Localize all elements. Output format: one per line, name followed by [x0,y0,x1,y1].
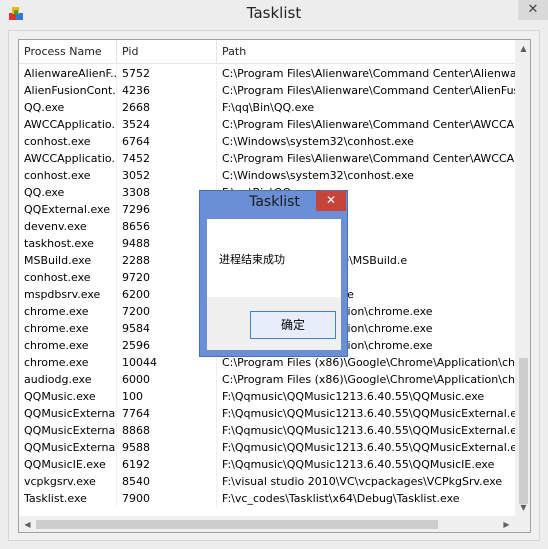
cell-pid: 6000 [117,371,217,388]
cell-path: F:\Qqmusic\QQMusic1213.6.40.55\QQMusicIE… [217,456,530,473]
cell-process-name: taskhost.exe [19,235,117,252]
column-header-pid[interactable]: Pid [117,40,217,64]
window-close-button[interactable]: ✕ [518,0,548,20]
dialog-footer: 确定 [207,297,341,350]
cell-pid: 6192 [117,456,217,473]
cell-process-name: QQMusicExterna... [19,405,117,422]
cell-path: C:\Program Files (x86)\Google\Chrome\App… [217,371,530,388]
cell-process-name: AlienFusionCont... [19,82,117,99]
table-row[interactable]: AWCCApplicatio... 7452 C:\Program Files\Al… [19,150,530,167]
cell-process-name: vcpkgsrv.exe [19,473,117,490]
cell-pid: 7900 [117,490,217,507]
cell-path: C:\Program Files\Alienware\Command Cente… [217,65,530,82]
cell-process-name: QQMusicIE.exe [19,456,117,473]
cell-process-name: devenv.exe [19,218,117,235]
window-title: Tasklist [246,4,302,22]
cell-process-name: QQMusic.exe [19,388,117,405]
cell-process-name: QQMusicExterna... [19,439,117,456]
cell-process-name: chrome.exe [19,320,117,337]
cell-pid: 8868 [117,422,217,439]
cell-pid: 100 [117,388,217,405]
scrollbar-corner [515,516,530,532]
cell-process-name: QQMusicExterna... [19,422,117,439]
cell-path: C:\Program Files\Alienware\Command Cente… [217,150,530,167]
cell-path: C:\Windows\system32\conhost.exe [217,133,530,150]
cell-process-name: conhost.exe [19,167,117,184]
table-row[interactable]: AlienFusionCont... 4236 C:\Program Files\A… [19,82,530,99]
cell-process-name: conhost.exe [19,133,117,150]
cell-process-name: AlienwareAlienF... [19,65,117,82]
table-row[interactable]: QQMusicIE.exe 6192 F:\Qqmusic\QQMusic1213.… [19,456,530,473]
cell-process-name: QQ.exe [19,184,117,201]
dialog-message: 进程结束成功 [219,253,285,266]
cell-pid: 7764 [117,405,217,422]
table-row[interactable]: AWCCApplicatio... 3524 C:\Program Files\Al… [19,116,530,133]
cell-process-name: mspdbsrv.exe [19,286,117,303]
cell-path: C:\Program Files\Alienware\Command Cente… [217,82,530,99]
scroll-down-icon[interactable]: ▼ [515,499,530,516]
cell-pid: 3524 [117,116,217,133]
cell-pid: 7452 [117,150,217,167]
table-row[interactable]: QQ.exe 2668 F:\qq\Bin\QQ.exe [19,99,530,116]
dialog-close-button[interactable]: ✕ [316,191,346,211]
cell-pid: 2668 [117,99,217,116]
scroll-right-icon[interactable]: ▶ [498,516,515,532]
cell-path: F:\visual studio 2010\VC\vcpackages\VCPk… [217,473,530,490]
table-row[interactable]: vcpkgsrv.exe 8540 F:\visual studio 2010\VC… [19,473,530,490]
table-row[interactable]: QQMusic.exe 100 F:\Qqmusic\QQMusic1213.6.4… [19,388,530,405]
cell-pid: 6764 [117,133,217,150]
cell-pid: 8540 [117,473,217,490]
cell-path: F:\qq\Bin\QQ.exe [217,99,530,116]
cell-path: C:\Program Files\Alienware\Command Cente… [217,116,530,133]
column-header-path[interactable]: Path [217,40,530,64]
table-row[interactable]: AlienwareAlienF... 5752 C:\Program Files\A… [19,65,530,82]
list-header: Process Name Pid Path [19,40,530,64]
cell-pid: 5752 [117,65,217,82]
horizontal-scroll-thumb[interactable] [36,520,438,529]
table-row[interactable]: QQMusicExterna... 7764 F:\Qqmusic\QQMusic1… [19,405,530,422]
cell-path: F:\Qqmusic\QQMusic1213.6.40.55\QQMusicEx… [217,439,530,456]
table-row[interactable]: audiodg.exe 6000 C:\Program Files (x86)\Go… [19,371,530,388]
table-row[interactable]: Tasklist.exe 7900 F:\vc_codes\Tasklist\x64… [19,490,530,507]
cell-path: F:\Qqmusic\QQMusic1213.6.40.55\QQMusicEx… [217,422,530,439]
ok-button[interactable]: 确定 [250,311,336,339]
cell-process-name: QQ.exe [19,99,117,116]
cell-path: C:\Windows\system32\conhost.exe [217,167,530,184]
cell-process-name: chrome.exe [19,303,117,320]
scroll-left-icon[interactable]: ◀ [19,516,36,532]
table-row[interactable]: conhost.exe 3052 C:\Windows\system32\conho… [19,167,530,184]
message-dialog: Tasklist ✕ 进程结束成功 确定 [199,190,348,357]
cell-process-name: Tasklist.exe [19,490,117,507]
cell-process-name: AWCCApplicatio... [19,116,117,133]
table-row[interactable]: QQMusicExterna... 8868 F:\Qqmusic\QQMusic1… [19,422,530,439]
scroll-up-icon[interactable]: ▲ [515,40,530,57]
cell-process-name: AWCCApplicatio... [19,150,117,167]
table-row[interactable]: conhost.exe 6764 C:\Windows\system32\conho… [19,133,530,150]
title-bar: Tasklist ✕ [0,0,548,28]
column-header-process-name[interactable]: Process Name [19,40,117,64]
table-row[interactable]: QQMusicExterna... 9588 F:\Qqmusic\QQMusic1… [19,439,530,456]
cell-pid: 3052 [117,167,217,184]
cell-pid: 9588 [117,439,217,456]
cell-path: F:\vc_codes\Tasklist\x64\Debug\Tasklist.… [217,490,530,507]
vertical-scroll-thumb[interactable] [519,358,528,504]
vertical-scrollbar[interactable]: ▲ ▼ [515,40,530,516]
cell-process-name: chrome.exe [19,337,117,354]
cell-process-name: audiodg.exe [19,371,117,388]
cell-process-name: MSBuild.exe [19,252,117,269]
dialog-body: 进程结束成功 [207,219,341,297]
cell-path: F:\Qqmusic\QQMusic1213.6.40.55\QQMusic.e… [217,388,530,405]
cell-process-name: conhost.exe [19,269,117,286]
cell-path: F:\Qqmusic\QQMusic1213.6.40.55\QQMusicEx… [217,405,530,422]
cell-process-name: chrome.exe [19,354,117,371]
cell-pid: 4236 [117,82,217,99]
horizontal-scrollbar[interactable]: ◀ ▶ [19,516,515,532]
cell-process-name: QQExternal.exe [19,201,117,218]
